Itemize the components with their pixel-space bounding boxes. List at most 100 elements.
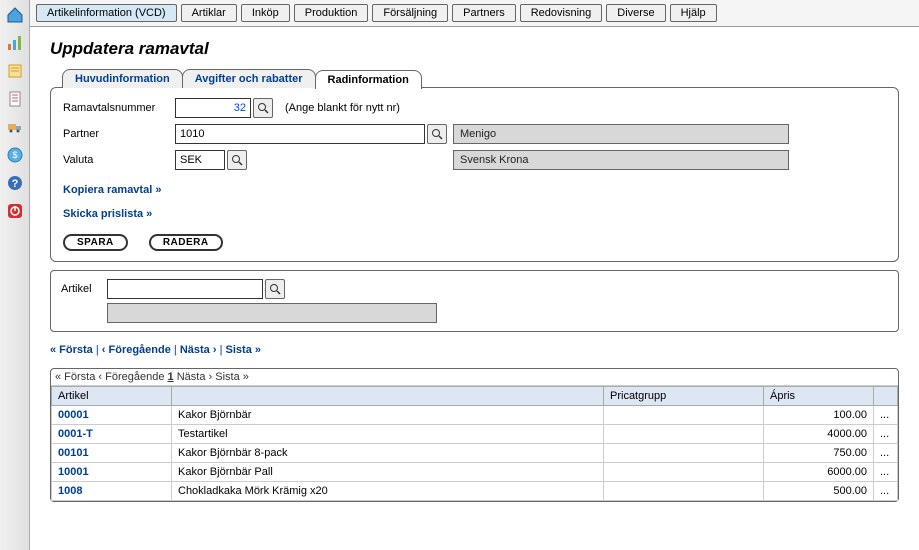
tab-avgifter[interactable]: Avgifter och rabatter xyxy=(182,69,316,88)
article-table: Artikel Pricatgrupp Ápris 00001Kakor Bjö… xyxy=(51,386,898,501)
partner-input[interactable] xyxy=(175,124,425,144)
th-more xyxy=(874,387,898,406)
artikel-panel: Artikel xyxy=(50,270,899,332)
table-row[interactable]: 00001Kakor Björnbär 100.00... xyxy=(52,406,898,425)
cell-pricat xyxy=(604,406,764,425)
menu-hjalp[interactable]: Hjälp xyxy=(670,4,717,22)
help-icon[interactable]: ? xyxy=(4,172,26,194)
th-name[interactable] xyxy=(172,387,604,406)
spara-button[interactable]: SPARA xyxy=(63,234,128,251)
ramavtalsnummer-lookup[interactable] xyxy=(253,98,273,118)
sidebar: $ ? xyxy=(0,0,30,550)
cell-apris: 6000.00 xyxy=(764,463,874,482)
cell-pricat xyxy=(604,482,764,501)
chart-icon[interactable] xyxy=(4,32,26,54)
menubar: Artikelinformation (VCD) Artiklar Inköp … xyxy=(30,0,919,27)
table-row[interactable]: 0001-TTestartikel 4000.00... xyxy=(52,425,898,444)
cell-pricat xyxy=(604,444,764,463)
partner-lookup[interactable] xyxy=(427,124,447,144)
svg-text:?: ? xyxy=(11,178,18,190)
cell-apris: 500.00 xyxy=(764,482,874,501)
cell-more[interactable]: ... xyxy=(874,444,898,463)
money-icon[interactable]: $ xyxy=(4,144,26,166)
cell-name: Testartikel xyxy=(172,425,604,444)
cell-more[interactable]: ... xyxy=(874,482,898,501)
cell-name: Chokladkaka Mörk Krämig x20 xyxy=(172,482,604,501)
artikel-name xyxy=(107,303,437,323)
truck-icon[interactable] xyxy=(4,116,26,138)
valuta-input[interactable] xyxy=(175,150,225,170)
partner-name: Menigo xyxy=(453,124,789,144)
search-icon xyxy=(231,154,243,166)
note-icon[interactable] xyxy=(4,60,26,82)
valuta-label: Valuta xyxy=(63,154,175,166)
tpager-page: 1 xyxy=(168,371,174,383)
cell-artikel[interactable]: 1008 xyxy=(52,482,172,501)
tab-radinformation[interactable]: Radinformation xyxy=(315,70,422,89)
cell-pricat xyxy=(604,463,764,482)
cell-artikel[interactable]: 10001 xyxy=(52,463,172,482)
radera-button[interactable]: RADERA xyxy=(149,234,223,251)
search-icon xyxy=(257,102,269,114)
cell-pricat xyxy=(604,425,764,444)
cell-more[interactable]: ... xyxy=(874,406,898,425)
cell-apris: 750.00 xyxy=(764,444,874,463)
pager: « Första | ‹ Föregående | Nästa › | Sist… xyxy=(50,344,899,356)
tab-huvudinformation[interactable]: Huvudinformation xyxy=(62,69,183,88)
valuta-name: Svensk Krona xyxy=(453,150,789,170)
partner-label: Partner xyxy=(63,128,175,140)
pager-next[interactable]: Nästa › xyxy=(180,344,217,356)
artikel-input[interactable] xyxy=(107,279,263,299)
cell-name: Kakor Björnbär Pall xyxy=(172,463,604,482)
tpager-first[interactable]: « Första xyxy=(55,371,95,383)
cell-name: Kakor Björnbär 8-pack xyxy=(172,444,604,463)
menu-inkop[interactable]: Inköp xyxy=(241,4,290,22)
ramavtalsnummer-hint: (Ange blankt för nytt nr) xyxy=(285,102,400,114)
menu-partners[interactable]: Partners xyxy=(452,4,516,22)
cell-more[interactable]: ... xyxy=(874,425,898,444)
tabs: Huvudinformation Avgifter och rabatter R… xyxy=(62,69,899,88)
cell-artikel[interactable]: 0001-T xyxy=(52,425,172,444)
table-panel: « Första ‹ Föregående 1 Nästa › Sista » … xyxy=(50,368,899,502)
ramavtalsnummer-label: Ramavtalsnummer xyxy=(63,102,175,114)
tpager-last[interactable]: Sista » xyxy=(215,371,249,383)
cell-apris: 4000.00 xyxy=(764,425,874,444)
pager-first[interactable]: « Första xyxy=(50,344,93,356)
th-apris[interactable]: Ápris xyxy=(764,387,874,406)
menu-artikelinfo[interactable]: Artikelinformation (VCD) xyxy=(36,4,177,22)
document-icon[interactable] xyxy=(4,88,26,110)
search-icon xyxy=(269,283,281,295)
table-row[interactable]: 00101Kakor Björnbär 8-pack 750.00... xyxy=(52,444,898,463)
menu-produktion[interactable]: Produktion xyxy=(294,4,369,22)
table-row[interactable]: 1008Chokladkaka Mörk Krämig x20 500.00... xyxy=(52,482,898,501)
cell-name: Kakor Björnbär xyxy=(172,406,604,425)
pager-last[interactable]: Sista » xyxy=(226,344,261,356)
menu-artiklar[interactable]: Artiklar xyxy=(181,4,237,22)
search-icon xyxy=(431,128,443,140)
tpager-prev[interactable]: ‹ Föregående xyxy=(98,371,164,383)
menu-forsaljning[interactable]: Försäljning xyxy=(372,4,448,22)
page-title: Uppdatera ramavtal xyxy=(50,39,899,59)
cell-more[interactable]: ... xyxy=(874,463,898,482)
cell-apris: 100.00 xyxy=(764,406,874,425)
cell-artikel[interactable]: 00001 xyxy=(52,406,172,425)
cell-artikel[interactable]: 00101 xyxy=(52,444,172,463)
main-panel: Ramavtalsnummer (Ange blankt för nytt nr… xyxy=(50,87,899,262)
th-artikel[interactable]: Artikel xyxy=(52,387,172,406)
tpager-next[interactable]: Nästa › xyxy=(177,371,212,383)
table-row[interactable]: 10001Kakor Björnbär Pall 6000.00... xyxy=(52,463,898,482)
artikel-label: Artikel xyxy=(61,283,107,295)
power-icon[interactable] xyxy=(4,200,26,222)
valuta-lookup[interactable] xyxy=(227,150,247,170)
svg-text:$: $ xyxy=(12,150,17,160)
home-icon[interactable] xyxy=(4,4,26,26)
ramavtalsnummer-input[interactable] xyxy=(175,98,251,118)
skicka-link[interactable]: Skicka prislista » xyxy=(63,208,152,220)
menu-diverse[interactable]: Diverse xyxy=(606,4,665,22)
pager-prev[interactable]: ‹ Föregående xyxy=(102,344,171,356)
menu-redovisning[interactable]: Redovisning xyxy=(520,4,603,22)
kopiera-link[interactable]: Kopiera ramavtal » xyxy=(63,184,161,196)
table-pager: « Första ‹ Föregående 1 Nästa › Sista » xyxy=(51,369,898,386)
artikel-lookup[interactable] xyxy=(265,279,285,299)
th-pricat[interactable]: Pricatgrupp xyxy=(604,387,764,406)
